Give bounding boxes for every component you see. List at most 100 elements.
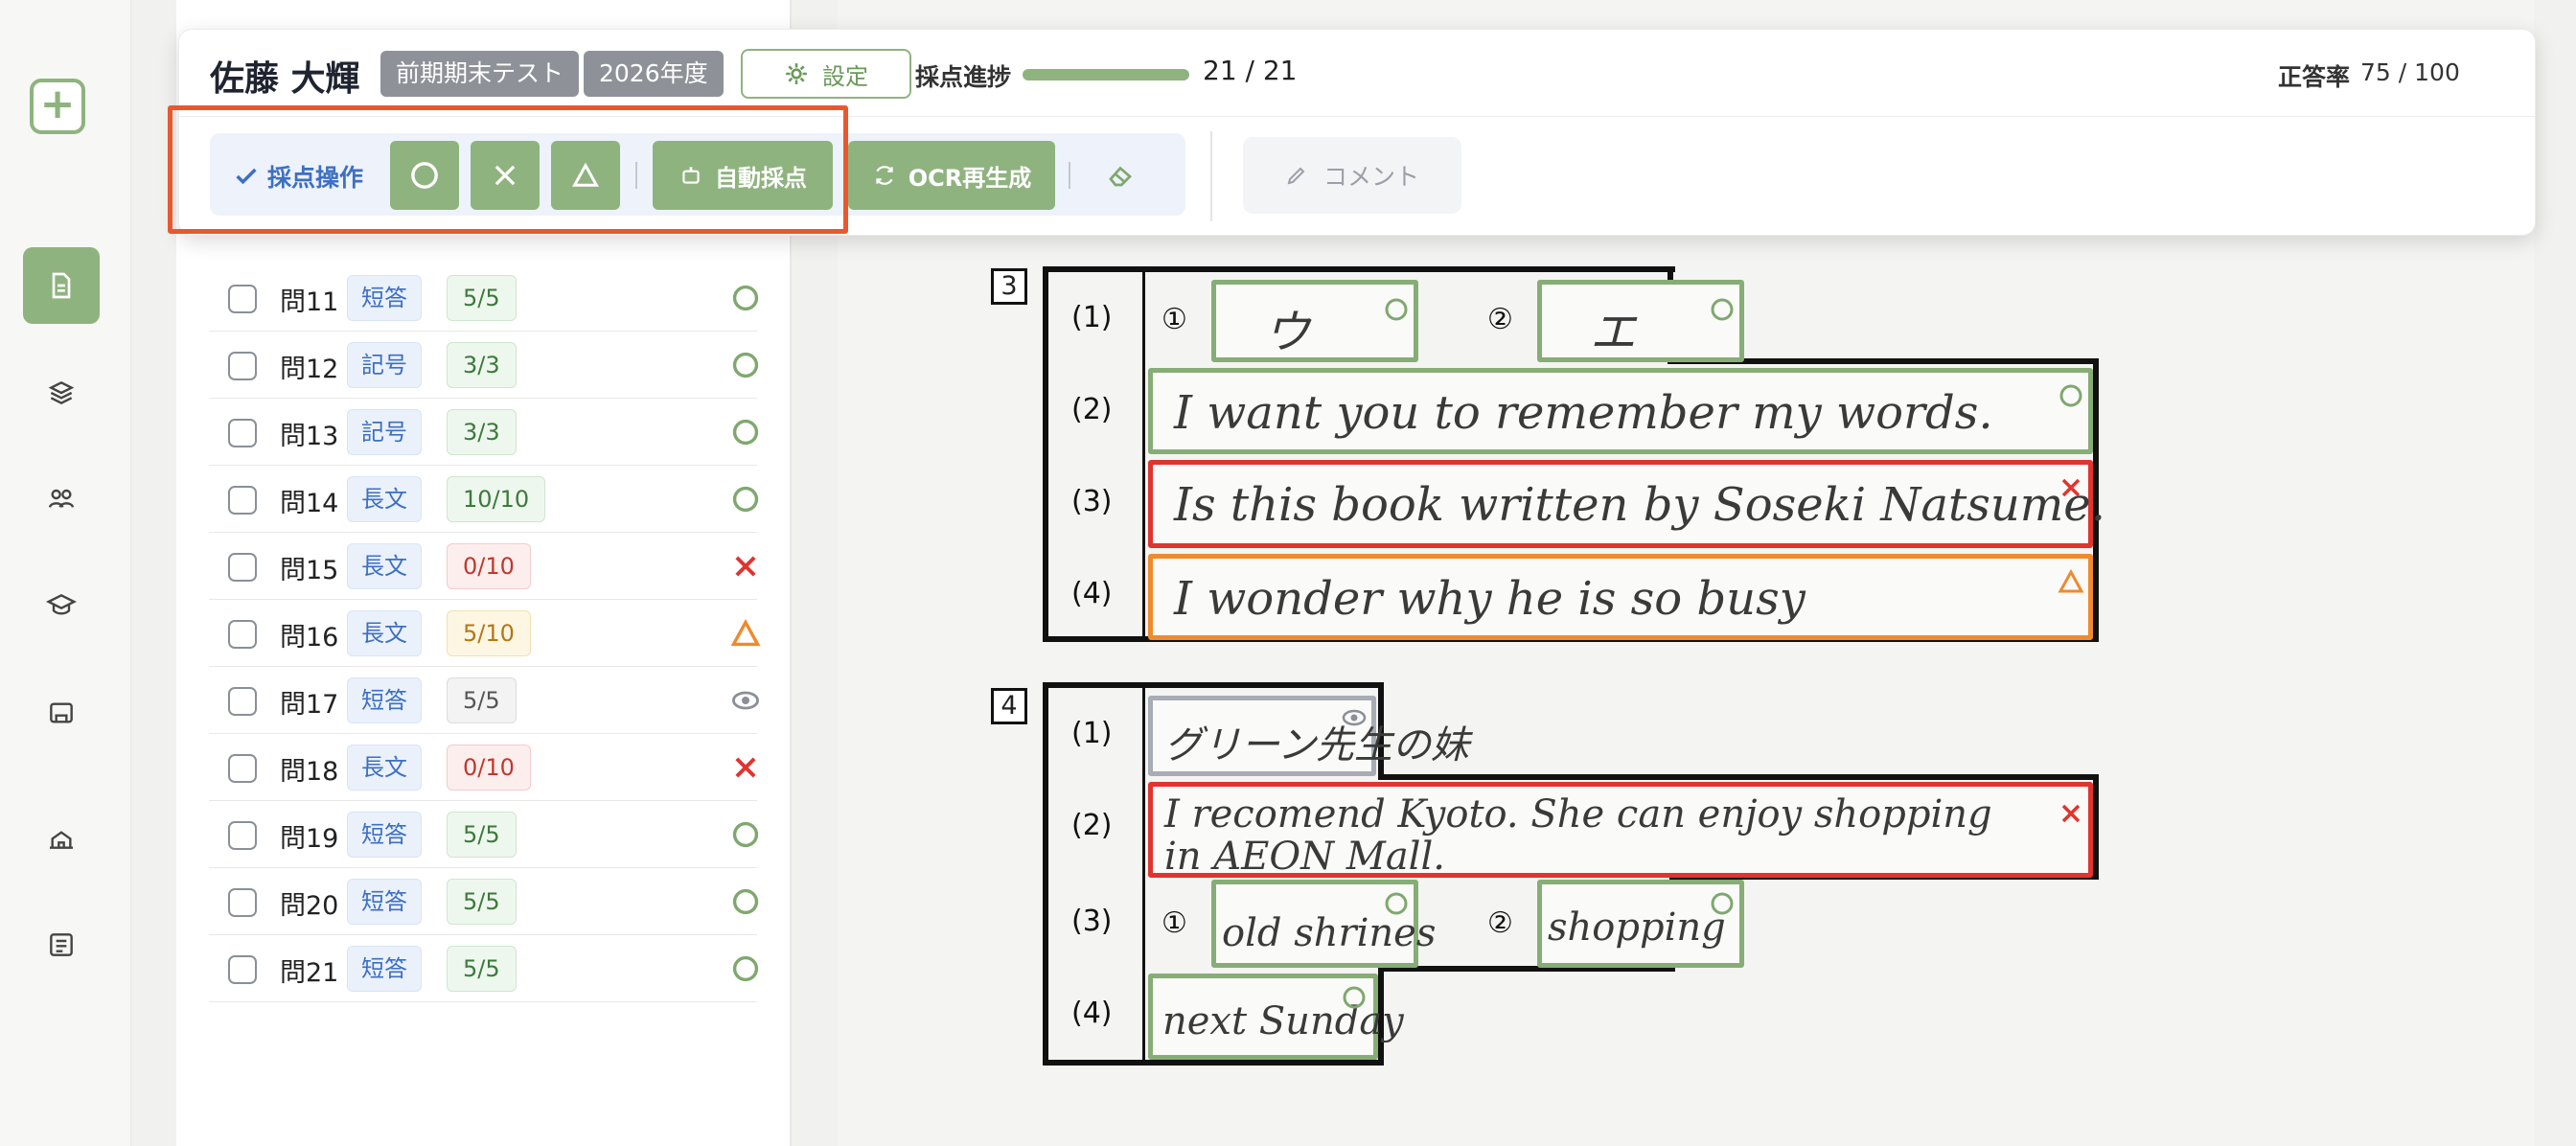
question-number: 問20 xyxy=(280,891,339,921)
question-checkbox[interactable] xyxy=(228,955,257,984)
gear-icon xyxy=(786,63,807,84)
question-number: 問14 xyxy=(280,489,339,518)
nav-document-button[interactable] xyxy=(23,247,100,324)
comment-button[interactable]: コメント xyxy=(1243,137,1461,214)
toolbar-divider xyxy=(1210,131,1212,221)
question-row[interactable]: 問21 短答 5/5 xyxy=(209,934,759,1002)
question-row[interactable]: 問20 短答 5/5 xyxy=(209,867,759,935)
document-icon xyxy=(52,272,71,299)
question-row[interactable]: 問11 短答 5/5 xyxy=(209,264,759,332)
question-type-badge: 短答 xyxy=(347,946,422,992)
answer-text: shopping xyxy=(1548,905,1726,950)
question-row[interactable]: 問17 短答 5/5 xyxy=(209,666,759,734)
nav-grading-button[interactable] xyxy=(23,355,100,431)
students-icon xyxy=(48,489,75,508)
answer-box-3-1a[interactable]: ウ xyxy=(1211,280,1418,362)
question-score-badge: 5/5 xyxy=(447,879,517,925)
question-type-badge: 短答 xyxy=(347,677,422,723)
answer-box-3-2[interactable]: I want you to remember my words. xyxy=(1148,368,2093,454)
correct-mark-icon xyxy=(1383,890,1410,917)
ocr-regenerate-button[interactable]: OCR再生成 xyxy=(848,141,1055,210)
wrong-mark-icon xyxy=(730,551,761,582)
review-eye-icon xyxy=(1341,704,1368,731)
section-3-label: 3 xyxy=(991,268,1027,305)
school-icon xyxy=(50,831,73,849)
question-score-badge: 5/5 xyxy=(447,946,517,992)
question-checkbox[interactable] xyxy=(228,419,257,447)
question-row[interactable]: 問16 長文 5/10 xyxy=(209,599,761,667)
question-score-badge: 5/10 xyxy=(447,610,531,656)
correct-mark-icon xyxy=(2058,382,2084,409)
eraser-button[interactable] xyxy=(1088,141,1153,210)
sheet-divider xyxy=(1142,682,1145,1066)
answer-text: old shrines xyxy=(1222,911,1437,955)
year-chip: 2026年度 xyxy=(584,51,724,97)
student-name: 佐藤 大輝 xyxy=(210,59,360,99)
s3-row-2: (2) xyxy=(1071,393,1113,426)
question-score-badge: 3/3 xyxy=(447,342,517,388)
classroom-icon xyxy=(50,702,73,723)
question-number: 問17 xyxy=(280,690,339,720)
nav-classroom-button[interactable] xyxy=(23,675,100,751)
answer-box-3-3[interactable]: Is this book written by Soseki Natsume. xyxy=(1148,460,2105,548)
question-row[interactable]: 問12 記号 3/3 xyxy=(209,331,759,399)
s3-sub2: ② xyxy=(1487,303,1513,336)
progress-value: 21 / 21 xyxy=(1203,55,1298,86)
nav-students-button[interactable] xyxy=(23,460,100,537)
question-type-badge: 長文 xyxy=(347,543,422,589)
question-checkbox[interactable] xyxy=(228,553,257,582)
question-type-badge: 長文 xyxy=(347,476,422,522)
question-checkbox[interactable] xyxy=(228,821,257,850)
answer-box-3-4[interactable]: I wonder why he is so busy xyxy=(1148,554,2093,640)
progress-fill xyxy=(1023,69,1189,80)
progress-bar xyxy=(1023,69,1189,80)
answer-box-4-3b[interactable]: shopping xyxy=(1537,880,1744,968)
question-checkbox[interactable] xyxy=(228,888,257,917)
question-score-badge: 10/10 xyxy=(447,476,546,522)
review-eye-icon[interactable] xyxy=(730,685,761,716)
s3-row-1: (1) xyxy=(1071,301,1113,334)
add-icon[interactable]: + xyxy=(30,79,85,134)
sheet-border xyxy=(1043,266,1048,642)
accuracy-label: 正答率 xyxy=(2278,63,2351,91)
answer-box-4-2[interactable]: I recomend Kyoto. She can enjoy shopping… xyxy=(1148,782,2093,879)
answer-text: グリーン先生の妹 xyxy=(1164,723,1469,768)
sheet-border xyxy=(1378,774,2099,780)
question-checkbox[interactable] xyxy=(228,285,257,313)
list-icon xyxy=(50,933,73,956)
answer-box-4-4[interactable]: next Sunday xyxy=(1148,974,1404,1060)
question-checkbox[interactable] xyxy=(228,687,257,716)
question-score-badge: 5/5 xyxy=(447,275,517,321)
answer-box-3-1b[interactable]: エ xyxy=(1537,280,1744,362)
sheet-border xyxy=(1043,682,1384,688)
question-row[interactable]: 問15 長文 0/10 xyxy=(209,532,757,600)
comment-label: コメント xyxy=(1322,163,1419,191)
question-number: 問16 xyxy=(280,623,339,653)
s4-sub1: ① xyxy=(1162,906,1187,940)
correct-mark-icon xyxy=(1709,890,1736,917)
question-number: 問21 xyxy=(280,958,339,988)
s3-row-3: (3) xyxy=(1071,485,1113,518)
answer-box-4-3a[interactable]: old shrines xyxy=(1211,880,1436,968)
wrong-mark-icon xyxy=(730,752,761,783)
question-number: 問12 xyxy=(280,355,339,384)
nav-teacher-button[interactable] xyxy=(23,567,100,644)
nav-school-button[interactable] xyxy=(23,799,100,876)
s4-row-4: (4) xyxy=(1071,997,1113,1030)
settings-button[interactable]: 設定 xyxy=(741,49,911,99)
question-number: 問11 xyxy=(280,287,339,317)
answer-text-line2: in AEON Mall. xyxy=(1164,835,1445,879)
question-row[interactable]: 問14 長文 10/10 xyxy=(209,465,759,533)
question-row[interactable]: 問13 記号 3/3 xyxy=(209,398,759,466)
question-score-badge: 0/10 xyxy=(447,745,531,791)
question-row[interactable]: 問19 短答 5/5 xyxy=(209,800,759,868)
question-checkbox[interactable] xyxy=(228,754,257,783)
nav-list-button[interactable] xyxy=(23,906,100,983)
accuracy-value: 75 / 100 xyxy=(2360,58,2460,86)
question-checkbox[interactable] xyxy=(228,486,257,515)
question-checkbox[interactable] xyxy=(228,352,257,380)
wrong-mark-icon xyxy=(2058,474,2084,501)
question-row[interactable]: 問18 長文 0/10 xyxy=(209,733,757,801)
answer-box-4-1[interactable]: グリーン先生の妹 xyxy=(1148,696,1469,776)
question-checkbox[interactable] xyxy=(228,620,257,649)
